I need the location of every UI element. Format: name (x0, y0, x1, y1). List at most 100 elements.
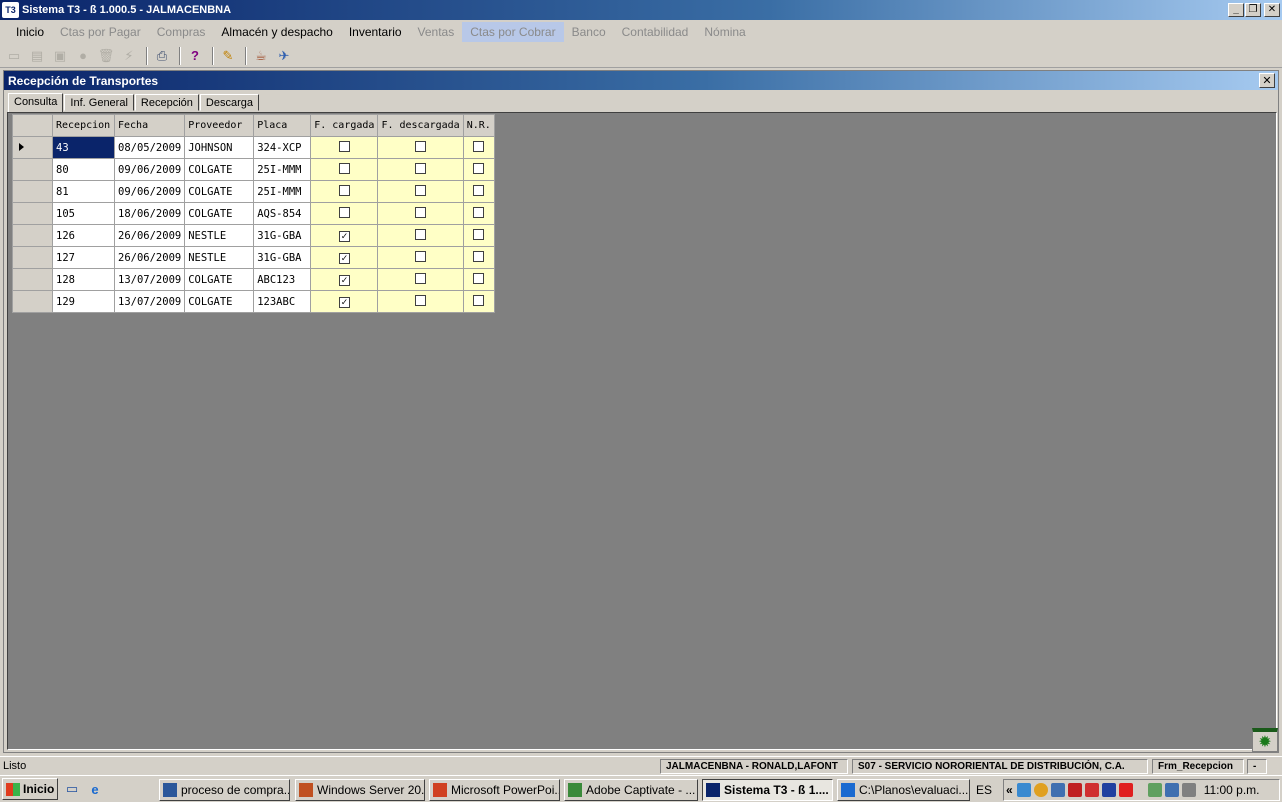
antivirus-icon[interactable] (1084, 783, 1099, 797)
checkbox-descargada[interactable] (415, 294, 427, 306)
taskbar-button[interactable]: Adobe Captivate - ... (564, 779, 698, 801)
checkbox-cargada[interactable] (338, 184, 350, 196)
cell-fecha[interactable]: 09/06/2009 (113, 158, 186, 181)
menu-item-almacén-y-despacho[interactable]: Almacén y despacho (213, 22, 340, 42)
column-header[interactable]: Placa (253, 114, 312, 137)
checkbox-nr[interactable] (473, 272, 485, 284)
checkbox-cargada[interactable]: ✓ (338, 274, 350, 286)
tab-consulta[interactable]: Consulta (8, 93, 64, 112)
checkbox-cargada[interactable]: ✓ (338, 252, 350, 264)
save-icon[interactable]: ▣ (50, 46, 70, 66)
lightning-icon[interactable]: ⚡ (119, 46, 139, 66)
child-close-button[interactable]: ✕ (1259, 73, 1275, 88)
internet-explorer-icon[interactable]: e (86, 780, 104, 798)
menu-item-inventario[interactable]: Inventario (341, 22, 410, 42)
cell-recepcion[interactable]: 43 (52, 136, 115, 159)
cell-proveedor[interactable]: NESTLE (184, 246, 255, 269)
cell-recepcion[interactable]: 81 (52, 180, 115, 203)
cell-placa[interactable]: 31G-GBA (253, 246, 312, 269)
cell-recepcion[interactable]: 80 (52, 158, 115, 181)
column-header[interactable]: N.R. (462, 114, 495, 137)
row-selector[interactable] (12, 246, 53, 269)
row-selector[interactable] (12, 158, 53, 181)
cell-proveedor[interactable]: COLGATE (184, 202, 255, 225)
column-header[interactable]: F. descargada (377, 114, 464, 137)
tray-blue-icon[interactable] (1101, 783, 1116, 797)
table-row[interactable]: 81 09/06/2009 COLGATE 25I-MMM (12, 180, 495, 203)
show-desktop-icon[interactable]: ▭ (63, 780, 81, 798)
taskbar-button[interactable]: proceso de compra... (159, 779, 290, 801)
checkbox-nr[interactable] (473, 228, 485, 240)
table-row[interactable]: 105 18/06/2009 COLGATE AQS-854 (12, 202, 495, 225)
record-icon[interactable]: ● (73, 46, 93, 66)
table-row[interactable]: 43 08/05/2009 JOHNSON 324-XCP (12, 136, 495, 159)
table-row[interactable]: 126 26/06/2009 NESTLE 31G-GBA ✓ (12, 224, 495, 247)
cell-placa[interactable]: 25I-MMM (253, 180, 312, 203)
row-selector[interactable] (12, 180, 53, 203)
cell-recepcion[interactable]: 129 (52, 290, 115, 313)
tab-descarga[interactable]: Descarga (199, 94, 259, 111)
rocket-icon[interactable]: ✈ (274, 46, 294, 66)
checkbox-nr[interactable] (473, 140, 485, 152)
taskbar-button[interactable]: C:\Planos\evaluaci... (837, 779, 970, 801)
open-icon[interactable]: ▤ (27, 46, 47, 66)
menu-item-contabilidad[interactable]: Contabilidad (614, 22, 697, 42)
column-header[interactable]: Fecha (113, 114, 186, 137)
checkbox-descargada[interactable] (415, 206, 427, 218)
cell-proveedor[interactable]: JOHNSON (184, 136, 255, 159)
help-icon[interactable]: ? (185, 46, 205, 66)
table-row[interactable]: 128 13/07/2009 COLGATE ABC123 ✓ (12, 268, 495, 291)
checkbox-descargada[interactable] (415, 272, 427, 284)
cell-recepcion[interactable]: 126 (52, 224, 115, 247)
table-row[interactable]: 127 26/06/2009 NESTLE 31G-GBA ✓ (12, 246, 495, 269)
cell-fecha[interactable]: 18/06/2009 (113, 202, 186, 225)
taskbar-button[interactable]: Microsoft PowerPoi... (429, 779, 560, 801)
menu-item-inicio[interactable]: Inicio (8, 22, 52, 42)
minimize-button[interactable]: _ (1228, 3, 1244, 17)
checkbox-descargada[interactable] (415, 250, 427, 262)
print-icon[interactable]: ⎙ (152, 46, 172, 66)
cell-fecha[interactable]: 08/05/2009 (113, 136, 186, 159)
tray-app-icon[interactable] (1033, 783, 1048, 797)
cell-proveedor[interactable]: COLGATE (184, 158, 255, 181)
cell-placa[interactable]: ABC123 (253, 268, 312, 291)
menu-item-ctas-por-cobrar[interactable]: Ctas por Cobrar (462, 22, 564, 42)
new-icon[interactable]: ▭ (4, 46, 24, 66)
tray-expand-icon[interactable]: « (1006, 783, 1013, 797)
cell-placa[interactable]: 123ABC (253, 290, 312, 313)
table-row[interactable]: 129 13/07/2009 COLGATE 123ABC ✓ (12, 290, 495, 313)
checkbox-descargada[interactable] (415, 140, 427, 152)
lan-icon[interactable] (1164, 783, 1179, 797)
checkbox-nr[interactable] (473, 294, 485, 306)
broom-icon[interactable]: ✎ (218, 46, 238, 66)
cell-proveedor[interactable]: COLGATE (184, 180, 255, 203)
menu-item-nómina[interactable]: Nómina (696, 22, 753, 42)
column-header[interactable]: F. cargada (310, 114, 379, 137)
taskbar-button[interactable]: Windows Server 20... (295, 779, 425, 801)
cell-proveedor[interactable]: COLGATE (184, 268, 255, 291)
tab-inf-general[interactable]: Inf. General (64, 94, 134, 111)
language-indicator[interactable]: ES (976, 783, 992, 797)
checkbox-cargada[interactable]: ✓ (338, 296, 350, 308)
settings-gear-icon[interactable]: ✹ (1252, 728, 1278, 752)
row-selector[interactable] (12, 136, 53, 159)
tab-recepción[interactable]: Recepción (134, 94, 199, 111)
cell-fecha[interactable]: 26/06/2009 (113, 246, 186, 269)
cell-recepcion[interactable]: 127 (52, 246, 115, 269)
cell-fecha[interactable]: 13/07/2009 (113, 290, 186, 313)
checkbox-descargada[interactable] (415, 184, 427, 196)
cell-proveedor[interactable]: COLGATE (184, 290, 255, 313)
cell-recepcion[interactable]: 128 (52, 268, 115, 291)
cell-placa[interactable]: 25I-MMM (253, 158, 312, 181)
close-button[interactable]: ✕ (1264, 3, 1280, 17)
checkbox-descargada[interactable] (415, 228, 427, 240)
checkbox-cargada[interactable] (338, 206, 350, 218)
table-row[interactable]: 80 09/06/2009 COLGATE 25I-MMM (12, 158, 495, 181)
delete-icon[interactable]: 🗑 (96, 46, 116, 66)
checkbox-nr[interactable] (473, 162, 485, 174)
row-selector[interactable] (12, 290, 53, 313)
volume-icon[interactable] (1181, 783, 1196, 797)
taskbar-button[interactable]: Sistema T3 - ß 1.... (702, 779, 833, 801)
column-header[interactable]: Recepcion (52, 114, 115, 137)
tray-red-icon[interactable] (1067, 783, 1082, 797)
